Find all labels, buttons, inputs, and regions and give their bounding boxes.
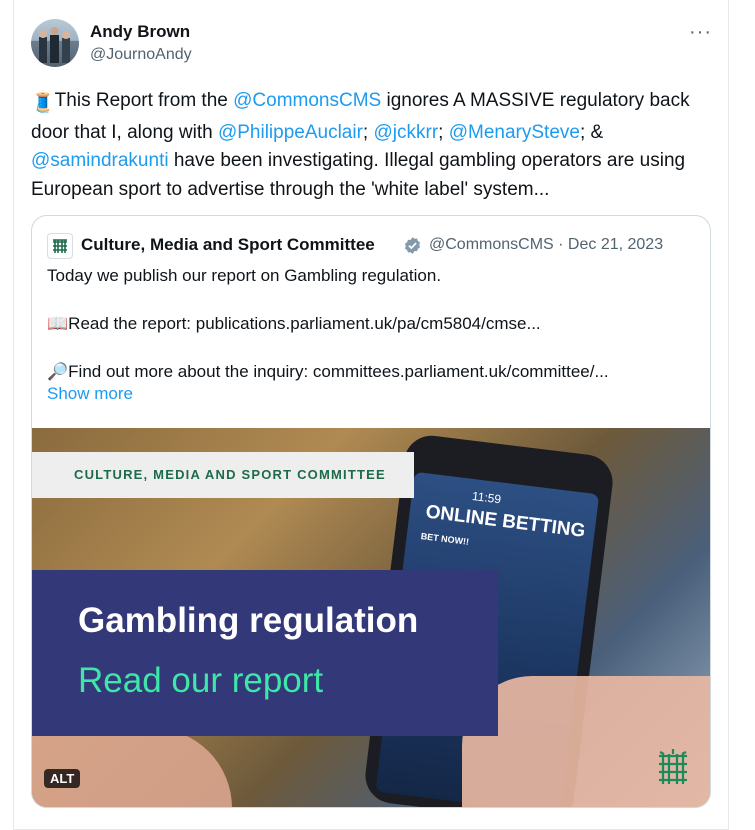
- tweet-text-segment: ;: [438, 121, 449, 143]
- mention-jckkrr[interactable]: @jckkrr: [373, 122, 438, 143]
- hand-shape: [462, 676, 710, 807]
- portcullis-icon: [53, 239, 67, 253]
- tweet-body: 🧵This Report from the @CommonsCMS ignore…: [31, 87, 721, 204]
- mention-samindrakunti[interactable]: @samindrakunti: [31, 150, 169, 171]
- hand-shape: [32, 728, 232, 807]
- quoted-meta: @CommonsCMS · Dec 21, 2023: [429, 236, 663, 254]
- phone-subtitle: BET NOW!!: [420, 531, 470, 547]
- tweet-text-segment: ;: [362, 121, 374, 143]
- alt-text-button[interactable]: ALT: [44, 769, 81, 788]
- committee-banner: CULTURE, MEDIA AND SPORT COMMITTEE: [32, 452, 414, 498]
- banner-top-text: CULTURE, MEDIA AND SPORT COMMITTEE: [74, 467, 386, 482]
- quoted-tweet[interactable]: Culture, Media and Sport Committee @Comm…: [31, 215, 711, 808]
- quoted-handle[interactable]: @CommonsCMS: [429, 236, 554, 253]
- quoted-media-image[interactable]: 11:59 ONLINE BETTING BET NOW!! CULTURE, …: [32, 428, 710, 807]
- report-banner: Gambling regulation Read our report: [32, 570, 498, 736]
- author-avatar[interactable]: [31, 19, 79, 67]
- author-name[interactable]: Andy Brown: [90, 22, 190, 42]
- avatar-photo-icon: [39, 27, 70, 63]
- mention-commonscms[interactable]: @CommonsCMS: [233, 90, 381, 111]
- mention-menarysteve[interactable]: @MenarySteve: [449, 122, 580, 143]
- author-handle[interactable]: @JournoAndy: [90, 46, 192, 64]
- meta-separator: ·: [553, 236, 568, 253]
- quoted-text: Today we publish our report on Gambling …: [47, 266, 609, 381]
- phone-time: 11:59: [471, 488, 502, 507]
- portcullis-icon: [659, 749, 687, 784]
- quoted-date[interactable]: Dec 21, 2023: [568, 236, 663, 253]
- tweet-text-segment: ; &: [579, 121, 604, 143]
- tweet-text-segment: This Report from the: [54, 90, 234, 111]
- thread-icon: 🧵: [31, 93, 55, 114]
- quoted-author-name[interactable]: Culture, Media and Sport Committee: [81, 235, 375, 255]
- more-options-icon[interactable]: ···: [689, 21, 712, 44]
- verified-badge-icon: [404, 237, 421, 254]
- mention-philippeauclair[interactable]: @PhilippeAuclair: [218, 122, 363, 143]
- show-more-link[interactable]: Show more: [47, 384, 133, 404]
- committee-avatar[interactable]: [47, 233, 73, 259]
- banner-subheading: Read our report: [78, 661, 324, 700]
- banner-heading: Gambling regulation: [78, 601, 419, 640]
